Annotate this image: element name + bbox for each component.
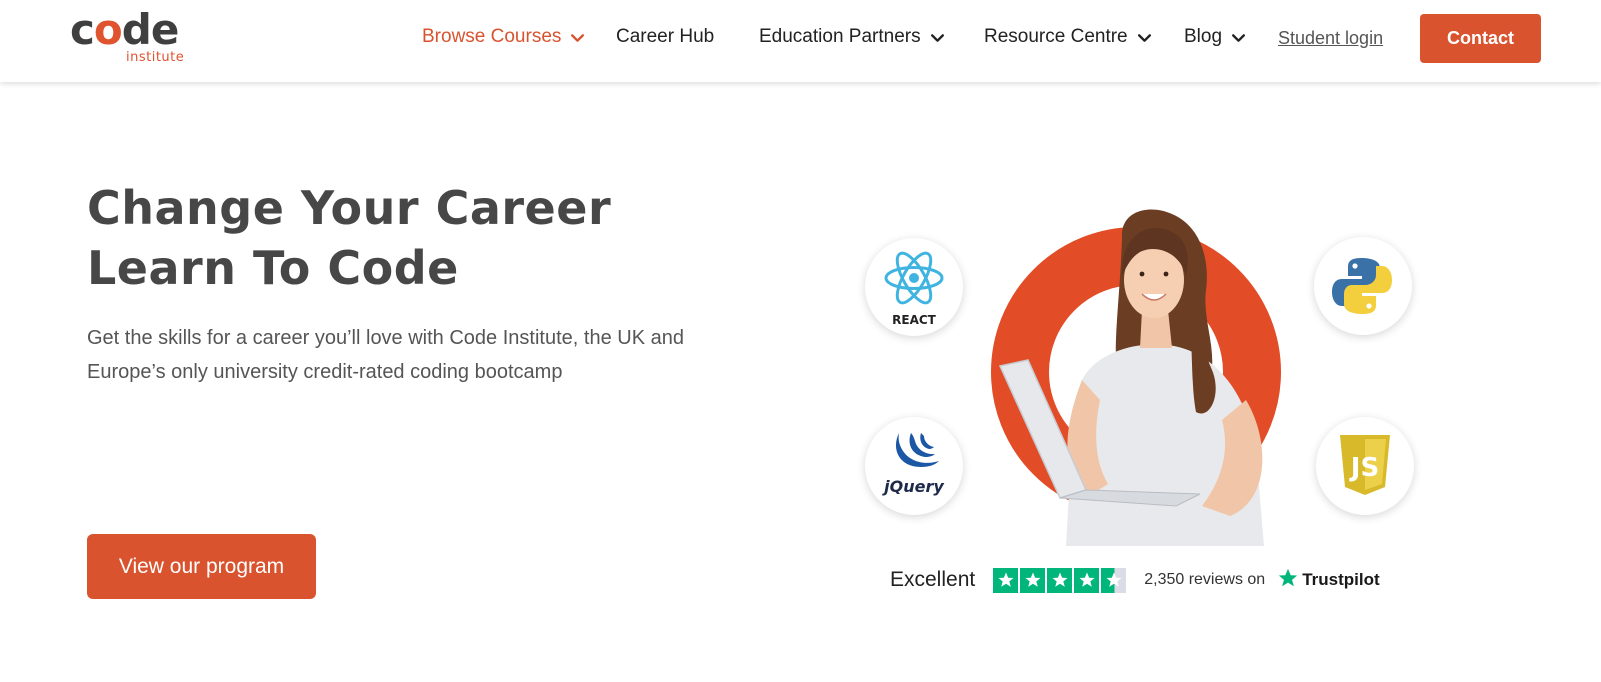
contact-button[interactable]: Contact [1420, 14, 1541, 63]
jquery-badge: jQuery [865, 417, 963, 515]
javascript-badge: JS [1316, 417, 1414, 515]
trustpilot-review-count: 2,350 reviews on [1144, 571, 1266, 588]
nav-resource-centre[interactable]: Resource Centre [984, 24, 1153, 50]
trustpilot-brand: Trustpilot [1302, 570, 1380, 589]
nav-browse-courses[interactable]: Browse Courses [422, 24, 586, 50]
trustpilot-rating-text: Excellent [890, 568, 976, 591]
nav-browse-courses-label: Browse Courses [422, 26, 562, 47]
hero-visual: REACT jQuery JS Excellent 2,350 reviews … [850, 180, 1450, 610]
nav-career-hub-label: Career Hub [616, 26, 715, 47]
hero-title-line-2: Learn To Code [87, 241, 459, 295]
hero-title: Change Your Career Learn To Code [87, 178, 727, 298]
nav-resource-centre-label: Resource Centre [984, 26, 1128, 47]
star-icon [1047, 567, 1073, 593]
star-half-icon [1101, 567, 1127, 593]
logo-wordmark: code [70, 5, 179, 54]
javascript-icon: JS [1340, 435, 1390, 495]
star-icon [1020, 567, 1046, 593]
chevron-down-icon [1136, 29, 1153, 46]
python-icon [1332, 258, 1392, 314]
react-badge: REACT [865, 238, 963, 336]
chevron-down-icon [569, 29, 586, 46]
student-login-link[interactable]: Student login [1278, 25, 1383, 51]
nav-blog-label: Blog [1184, 26, 1223, 47]
star-icon [1074, 567, 1100, 593]
trustpilot-logo-icon [1277, 567, 1299, 594]
hero-description: Get the skills for a career you’ll love … [87, 327, 684, 383]
nav-education-partners[interactable]: Education Partners [759, 24, 946, 50]
logo-subtitle: institute [126, 50, 185, 65]
view-program-button[interactable]: View our program [87, 534, 316, 599]
trustpilot-widget[interactable]: Excellent 2,350 reviews on Trustpilot [890, 560, 1410, 600]
javascript-label: JS [1349, 453, 1379, 483]
jquery-icon [895, 433, 939, 467]
react-label: REACT [892, 313, 936, 327]
jquery-label: jQuery [884, 477, 944, 496]
python-badge [1314, 237, 1412, 335]
chevron-down-icon [929, 29, 946, 46]
site-header: code institute Browse Courses Career Hub… [0, 0, 1601, 82]
hero-title-line-1: Change Your Career [87, 181, 612, 235]
nav-career-hub[interactable]: Career Hub [616, 24, 714, 50]
nav-blog[interactable]: Blog [1184, 24, 1247, 50]
star-icon [993, 567, 1019, 593]
react-icon [884, 251, 944, 305]
chevron-down-icon [1230, 29, 1247, 46]
trustpilot-stars [993, 567, 1128, 593]
code-institute-logo[interactable]: code institute [70, 6, 190, 68]
nav-education-partners-label: Education Partners [759, 26, 921, 47]
